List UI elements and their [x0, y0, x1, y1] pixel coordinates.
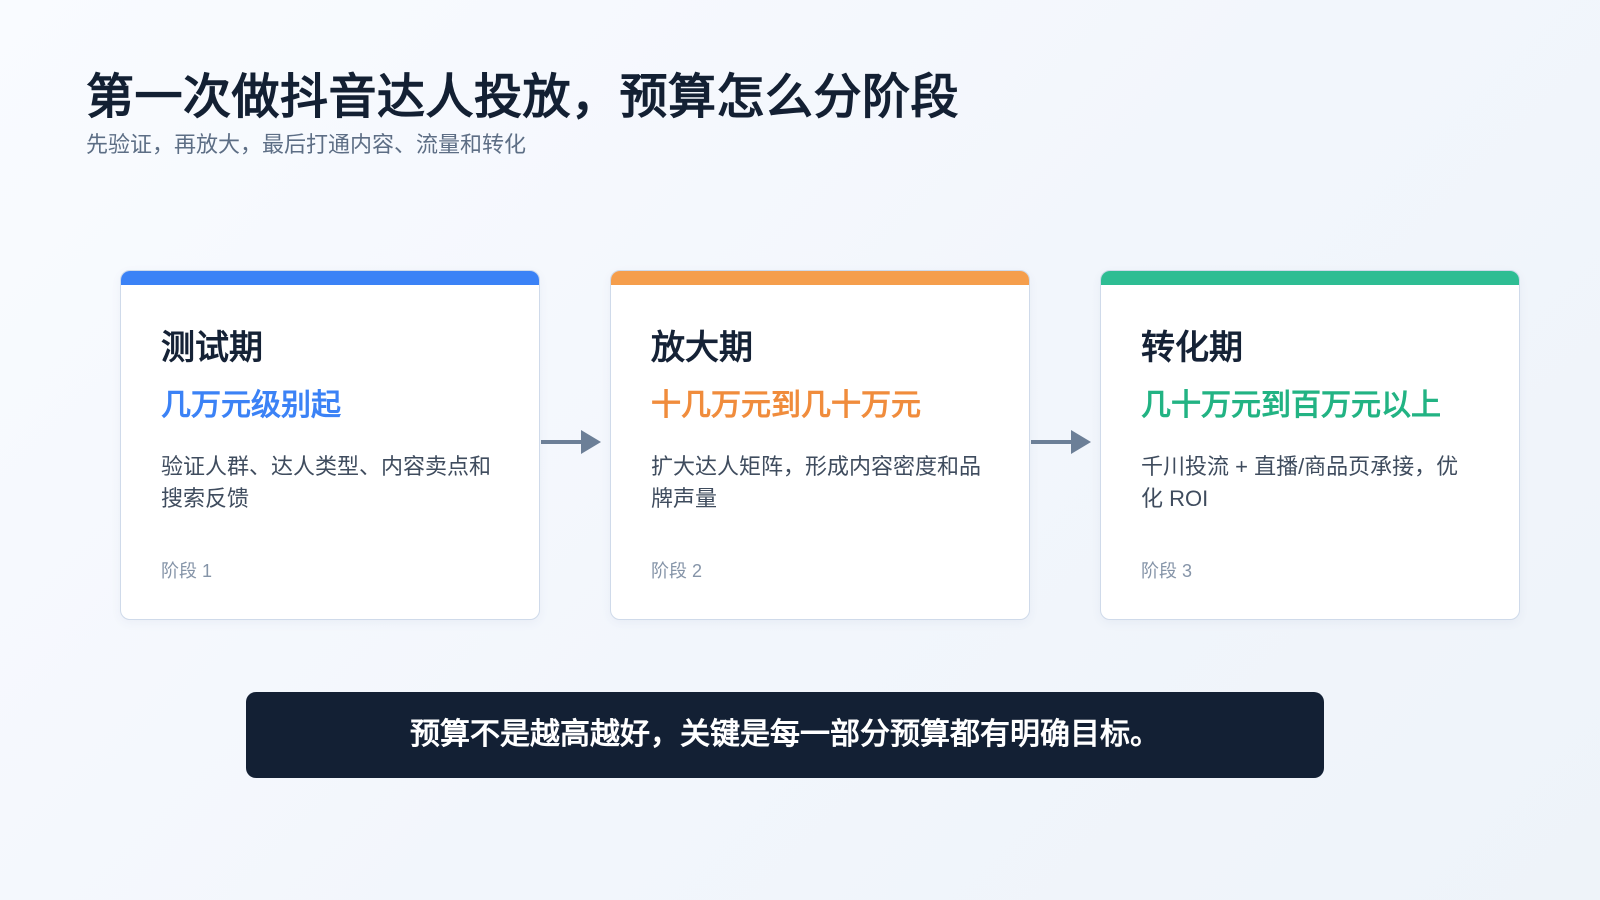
stage-card-convert: 转化期 几十万元到百万元以上 千川投流 + 直播/商品页承接，优化 ROI 阶段…	[1100, 270, 1520, 620]
stage-description: 验证人群、达人类型、内容卖点和搜索反馈	[161, 454, 492, 511]
stage-title: 放大期	[651, 329, 753, 367]
stage-title: 转化期	[1141, 329, 1243, 367]
stage-description: 扩大达人矩阵，形成内容密度和品牌声量	[651, 454, 982, 511]
stage-accent-bar	[611, 271, 1029, 285]
stage-accent-bar	[121, 271, 539, 285]
stage-accent-bar	[1101, 271, 1519, 285]
page-title: 第一次做抖音达人投放，预算怎么分阶段	[86, 71, 960, 124]
stage-number-label: 阶段 3	[1141, 561, 1193, 581]
key-takeaway-banner: 预算不是越高越好，关键是每一部分预算都有明确目标。	[246, 692, 1324, 778]
arrow-right-icon	[541, 430, 601, 454]
arrow-right-icon	[1031, 430, 1091, 454]
stage-card-test: 测试期 几万元级别起 验证人群、达人类型、内容卖点和搜索反馈 阶段 1	[120, 270, 540, 620]
stage-number-label: 阶段 1	[161, 561, 213, 581]
stage-budget: 几万元级别起	[161, 389, 341, 422]
stage-card-scale: 放大期 十几万元到几十万元 扩大达人矩阵，形成内容密度和品牌声量 阶段 2	[610, 270, 1030, 620]
stage-title: 测试期	[161, 329, 263, 367]
banner-text: 预算不是越高越好，关键是每一部分预算都有明确目标。	[410, 718, 1160, 751]
stage-description: 千川投流 + 直播/商品页承接，优化 ROI	[1141, 454, 1459, 511]
stage-budget: 几十万元到百万元以上	[1141, 389, 1441, 422]
stage-budget: 十几万元到几十万元	[651, 389, 921, 422]
page-subtitle: 先验证，再放大，最后打通内容、流量和转化	[86, 132, 527, 157]
stage-number-label: 阶段 2	[651, 561, 703, 581]
